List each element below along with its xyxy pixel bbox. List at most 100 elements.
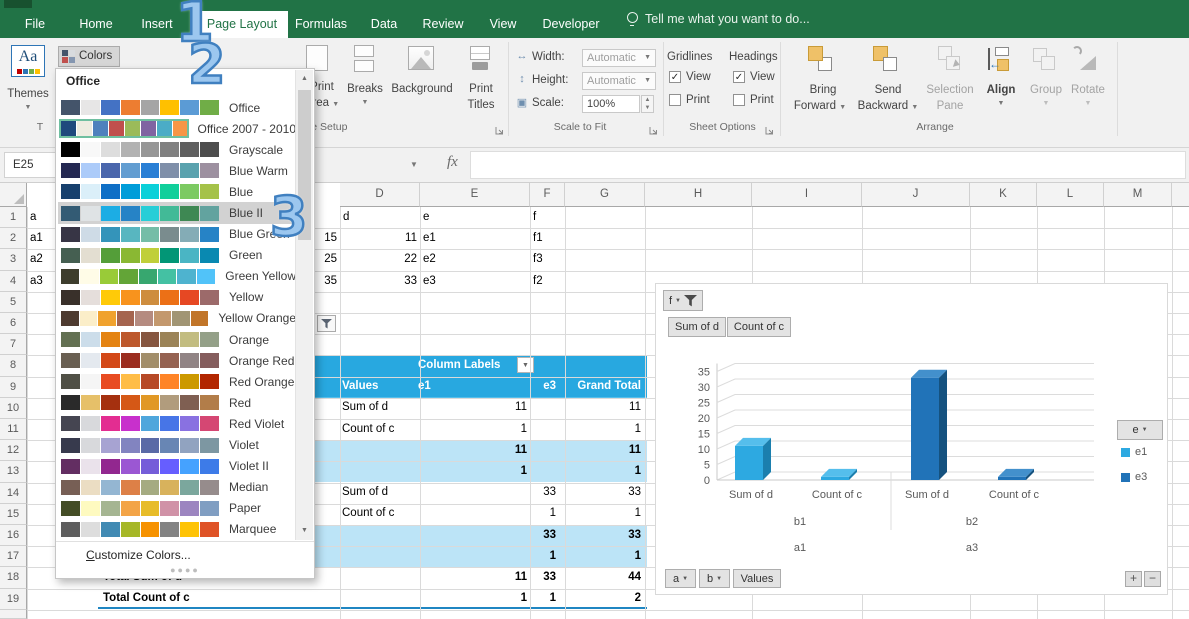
scale-to-fit-dialog-launcher[interactable] [648,123,659,134]
theme-item-green-yellow[interactable]: Green Yellow [58,266,296,287]
tab-data[interactable]: Data [362,11,406,38]
pivot-value-grand-total[interactable]: 1 [569,546,641,567]
theme-item-blue-ii[interactable]: Blue II [58,202,296,223]
pivot-column-labels[interactable]: Column Labels [418,355,500,376]
insert-function-icon[interactable]: fx [447,154,458,171]
pivot-value-grand-total[interactable]: 2 [569,588,641,609]
row-header-2[interactable]: 2 [0,228,27,249]
column-header-I[interactable]: I [752,183,862,207]
pivot-row-label[interactable]: Total Count of c [103,588,190,609]
row-header-12[interactable]: 12 [0,440,27,461]
page-setup-dialog-launcher[interactable] [494,123,505,134]
height-select[interactable]: Automatic▼ [582,72,656,90]
tab-developer[interactable]: Developer [534,11,608,38]
cell-D1[interactable]: d [340,207,420,228]
theme-item-marquee[interactable]: Marquee [58,519,296,540]
bar-count-of-c-e1[interactable] [821,477,849,480]
chart-filter-field-button[interactable]: f▼ [663,290,703,311]
cell-E2[interactable]: e1 [420,228,530,249]
tab-view[interactable]: View [480,11,526,38]
pivot-col-e3[interactable]: e3 [484,376,556,397]
background-label[interactable]: Background [387,83,457,95]
pivot-value-grand-total[interactable]: 1 [569,419,641,440]
pivot-value-e3[interactable]: 1 [484,546,556,567]
row-header-4[interactable]: 4 [0,271,27,292]
print-titles-label-2[interactable]: Titles [457,99,505,111]
pivot-value-grand-total[interactable]: 33 [569,525,641,546]
theme-item-green[interactable]: Green [58,245,296,266]
pivot-value-e3[interactable]: 33 [484,525,556,546]
pivot-value-grand-total[interactable]: 11 [569,397,641,418]
row-header-partial[interactable] [0,610,27,619]
chart-legend-field-button[interactable]: e▼ [1117,420,1163,440]
print-titles-label-1[interactable]: Print [457,83,505,95]
chart-zoom-in-button[interactable]: + [1125,571,1142,587]
customize-colors-item[interactable]: Customize Colors... [86,548,191,562]
tab-insert[interactable]: Insert [136,11,178,38]
pivot-value-e3[interactable]: 1 [484,503,556,524]
pivot-value-e1[interactable]: 1 [455,419,527,440]
autofilter-button[interactable] [317,315,336,332]
column-header-partial[interactable] [1172,183,1189,207]
theme-item-orange[interactable]: Orange [58,329,296,350]
gridlines-view-checkbox[interactable]: ✓ [669,71,681,83]
chart-axis-field-button-b[interactable]: b▼ [699,569,730,588]
pivot-value-e1[interactable]: 1 [455,461,527,482]
headings-view-checkbox[interactable]: ✓ [733,71,745,83]
pivot-value-e3[interactable]: 33 [484,482,556,503]
bar-count-of-c-e3[interactable] [998,477,1026,480]
cell-F1[interactable]: f [530,207,565,228]
cell-E1[interactable]: e [420,207,530,228]
row-header-7[interactable]: 7 [0,334,27,355]
theme-item-red-violet[interactable]: Red Violet [58,413,296,434]
cell-D2[interactable]: 11 [340,228,420,249]
row-header-17[interactable]: 17 [0,546,27,567]
tell-me-box[interactable]: Tell me what you want to do... [627,0,810,38]
theme-item-office-2007-2010[interactable]: Office 2007 - 2010 [58,118,296,139]
theme-item-office[interactable]: Office [58,97,296,118]
pivot-row-label[interactable]: Sum of d [342,482,388,503]
chart-values-button[interactable]: Values [733,569,781,588]
bar-sum-of-d-e3[interactable] [911,378,939,480]
row-header-9[interactable]: 9 [0,377,27,398]
gridlines-print-checkbox[interactable] [669,94,681,106]
pivot-value-e3[interactable]: 33 [484,567,556,588]
tab-review[interactable]: Review [416,11,470,38]
theme-item-violet[interactable]: Violet [58,435,296,456]
theme-item-blue-green[interactable]: Blue Green [58,224,296,245]
theme-item-paper[interactable]: Paper [58,498,296,519]
cell-E4[interactable]: e3 [420,271,530,292]
column-header-M[interactable]: M [1104,183,1172,207]
row-header-10[interactable]: 10 [0,398,27,419]
pivot-value-grand-total[interactable]: 1 [569,461,641,482]
bar-sum-of-d-e1[interactable] [735,446,763,480]
column-header-H[interactable]: H [645,183,752,207]
pivot-chart[interactable]: 05101520253035Sum of dCount of cSum of d… [655,283,1168,595]
theme-item-orange-red[interactable]: Orange Red [58,350,296,371]
pivot-value-grand-total[interactable]: 11 [569,440,641,461]
menu-scrollbar[interactable]: ▲ ▼ [295,70,313,540]
legend-item-e1[interactable]: e1 [1121,446,1147,458]
menu-resize-grip[interactable]: ●●●● [56,565,314,579]
column-labels-dropdown-button[interactable]: ▼ [517,357,534,373]
row-header-3[interactable]: 3 [0,249,27,270]
row-header-18[interactable]: 18 [0,567,27,588]
legend-item-e3[interactable]: e3 [1121,471,1147,483]
colors-button[interactable]: Colors ▼ [58,46,120,67]
theme-item-red-orange[interactable]: Red Orange [58,371,296,392]
row-header-11[interactable]: 11 [0,419,27,440]
pivot-value-e1[interactable]: 11 [455,440,527,461]
row-header-6[interactable]: 6 [0,313,27,334]
row-header-8[interactable]: 8 [0,355,27,376]
column-header-E[interactable]: E [420,183,530,207]
column-header-G[interactable]: G [565,183,645,207]
pivot-values-header[interactable]: Values [342,376,378,397]
pivot-col-grand-total[interactable]: Grand Total [569,376,641,397]
cell-D3[interactable]: 22 [340,249,420,270]
formula-input[interactable] [470,151,1186,179]
pivot-row-label[interactable]: Sum of d [342,397,388,418]
row-header-13[interactable]: 13 [0,461,27,482]
row-header-5[interactable]: 5 [0,292,27,313]
row-header-16[interactable]: 16 [0,525,27,546]
column-header-K[interactable]: K [970,183,1037,207]
